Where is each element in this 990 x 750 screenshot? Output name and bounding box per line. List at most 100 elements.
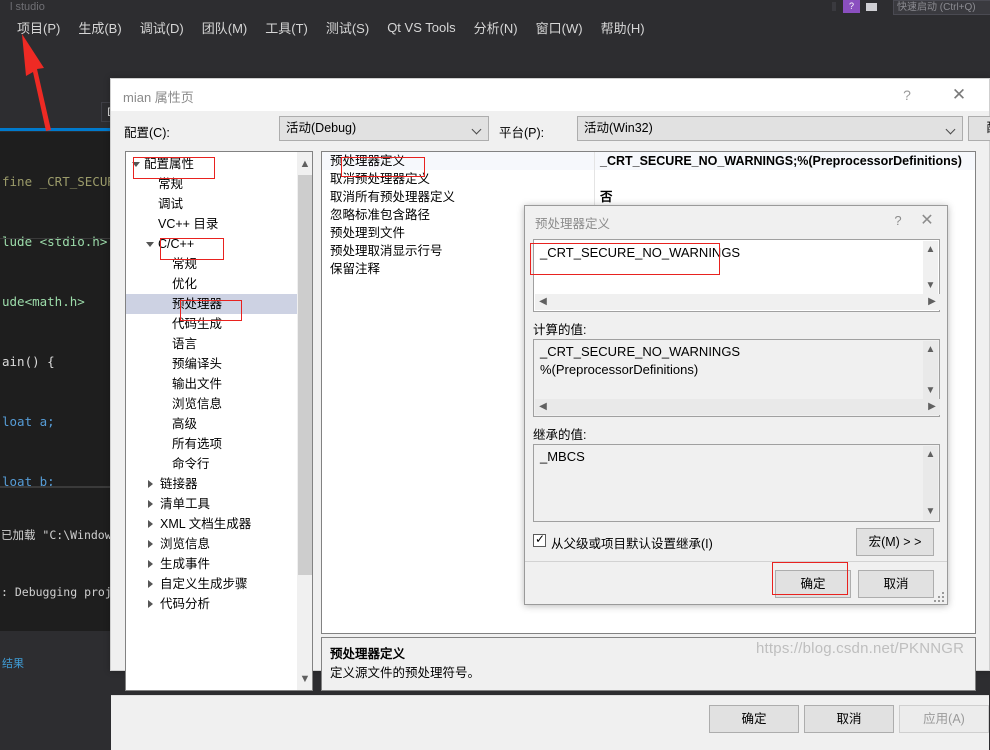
output-results-tab[interactable]: 结果: [2, 655, 24, 671]
tree-item-xml-doc-generator[interactable]: XML 文档生成器: [126, 514, 309, 534]
tree-item-vcpp-directories[interactable]: VC++ 目录: [126, 214, 309, 234]
tree-item-general[interactable]: 常规: [126, 174, 309, 194]
configuration-select[interactable]: 活动(Debug): [279, 116, 489, 141]
menu-item-analyze[interactable]: 分析(N): [465, 15, 527, 40]
scroll-left-icon[interactable]: ◀: [535, 294, 551, 310]
tree-item-c-cpp[interactable]: C/C++: [126, 234, 309, 254]
tree-item-browse-information-cpp[interactable]: 浏览信息: [126, 394, 309, 414]
quick-launch-search[interactable]: 快速启动 (Ctrl+Q): [893, 0, 990, 15]
titlebar-icon-right: [866, 3, 877, 11]
menu-item-test[interactable]: 测试(S): [317, 15, 378, 40]
tree-item-configuration-properties[interactable]: 配置属性: [126, 154, 309, 174]
scroll-up-icon[interactable]: ▲: [298, 153, 312, 175]
table-row[interactable]: 取消预处理器定义: [322, 170, 975, 188]
menu-item-window[interactable]: 窗口(W): [527, 15, 592, 40]
editor-tab-underline: [0, 128, 110, 131]
scroll-down-icon[interactable]: ▼: [923, 382, 938, 399]
close-icon[interactable]: ✕: [939, 83, 979, 107]
settings-tree[interactable]: 配置属性 常规 调试 VC++ 目录 C/C++ 常规 优化 预处理器 代码生成…: [125, 151, 310, 691]
tree-item-cpp-general[interactable]: 常规: [126, 254, 309, 274]
column-divider: [594, 152, 595, 170]
ok-button[interactable]: 确定: [709, 705, 799, 733]
code-line: loat a;: [2, 414, 55, 429]
configuration-manager-button[interactable]: 配置管理器(O)...: [968, 116, 990, 141]
menu-bar: 项目(P) 生成(B) 调试(D) 团队(M) 工具(T) 测试(S) Qt V…: [0, 14, 990, 40]
chevron-down-icon: [146, 242, 154, 247]
tree-item-language[interactable]: 语言: [126, 334, 309, 354]
tree-item-precompiled-headers[interactable]: 预编译头: [126, 354, 309, 374]
preprocessor-definitions-dialog: 预处理器定义 ? ✕ _CRT_SECURE_NO_WARNINGS ▲ ▼ ◀…: [524, 205, 948, 605]
inherit-checkbox-row[interactable]: 从父级或项目默认设置继承(I): [533, 532, 833, 552]
output-line: : Debugging projec: [1, 585, 110, 599]
scroll-right-icon[interactable]: ▶: [924, 294, 940, 310]
tree-item-debugging[interactable]: 调试: [126, 194, 309, 214]
inherited-vertical-scrollbar[interactable]: ▲ ▼: [923, 446, 938, 520]
configuration-selected-value: 活动(Debug): [286, 121, 357, 135]
scroll-up-icon[interactable]: ▲: [923, 241, 938, 258]
inherit-checkbox[interactable]: [533, 532, 546, 547]
cancel-button[interactable]: 取消: [804, 705, 894, 733]
tree-scrollbar-thumb[interactable]: [298, 175, 312, 575]
chevron-down-icon: [471, 124, 482, 135]
tree-item-browse-information[interactable]: 浏览信息: [126, 534, 309, 554]
notification-badge-icon[interactable]: ?: [843, 0, 860, 13]
property-name: 预处理到文件: [330, 226, 406, 240]
platform-label: 平台(P):: [499, 126, 545, 140]
menu-item-tools[interactable]: 工具(T): [256, 15, 317, 40]
tree-item-advanced[interactable]: 高级: [126, 414, 309, 434]
tree-item-build-events[interactable]: 生成事件: [126, 554, 309, 574]
input-horizontal-scrollbar[interactable]: ◀ ▶: [535, 294, 940, 310]
help-icon[interactable]: ?: [893, 85, 921, 105]
tree-item-code-analysis[interactable]: 代码分析: [126, 594, 309, 614]
tree-item-label: 清单工具: [160, 497, 211, 511]
description-text: 定义源文件的预处理符号。: [330, 666, 481, 680]
scroll-left-icon[interactable]: ◀: [535, 399, 551, 415]
resize-grip-icon[interactable]: [934, 592, 945, 602]
tree-item-manifest-tool[interactable]: 清单工具: [126, 494, 309, 514]
ide-window-title: l studio: [10, 1, 45, 13]
tree-item-optimization[interactable]: 优化: [126, 274, 309, 294]
tree-item-output-files[interactable]: 输出文件: [126, 374, 309, 394]
property-value: _CRT_SECURE_NO_WARNINGS;%(PreprocessorDe…: [600, 154, 962, 168]
macros-button[interactable]: 宏(M) > >: [856, 528, 934, 556]
scroll-up-icon[interactable]: ▲: [923, 446, 938, 463]
menu-item-build[interactable]: 生成(B): [69, 15, 130, 40]
code-editor[interactable]: fine _CRT_SECURE lude <stdio.h> ude<math…: [0, 132, 110, 486]
tree-item-label: C/C++: [158, 237, 195, 251]
scroll-down-icon[interactable]: ▼: [298, 668, 312, 690]
output-line: 已加载 "C:\Windows\: [1, 528, 110, 542]
scroll-up-icon[interactable]: ▲: [923, 341, 938, 358]
preprocessor-definitions-input[interactable]: _CRT_SECURE_NO_WARNINGS ▲ ▼ ◀ ▶: [533, 239, 940, 312]
column-divider: [594, 188, 595, 206]
scroll-right-icon[interactable]: ▶: [924, 399, 940, 415]
menu-item-project[interactable]: 项目(P): [8, 15, 69, 40]
calculated-vertical-scrollbar[interactable]: ▲ ▼: [923, 341, 938, 399]
preprocessor-ok-button[interactable]: 确定: [775, 570, 851, 598]
calculated-value-line: _CRT_SECURE_NO_WARNINGS: [540, 344, 741, 359]
tree-item-custom-build-step[interactable]: 自定义生成步骤: [126, 574, 309, 594]
input-vertical-scrollbar[interactable]: ▲ ▼: [923, 241, 938, 294]
menu-item-qtvstools[interactable]: Qt VS Tools: [378, 17, 464, 38]
tree-item-command-line[interactable]: 命令行: [126, 454, 309, 474]
tree-item-linker[interactable]: 链接器: [126, 474, 309, 494]
scroll-down-icon[interactable]: ▼: [923, 503, 938, 520]
tree-item-code-generation[interactable]: 代码生成: [126, 314, 309, 334]
close-icon[interactable]: ✕: [915, 209, 939, 233]
chevron-right-icon: [148, 600, 153, 608]
menu-item-debug[interactable]: 调试(D): [131, 15, 193, 40]
menu-item-team[interactable]: 团队(M): [193, 15, 257, 40]
platform-select[interactable]: 活动(Win32): [577, 116, 963, 141]
tree-item-all-options[interactable]: 所有选项: [126, 434, 309, 454]
table-row[interactable]: 预处理器定义 _CRT_SECURE_NO_WARNINGS;%(Preproc…: [322, 152, 975, 170]
property-name: 忽略标准包含路径: [330, 208, 431, 222]
tree-item-label: 浏览信息: [160, 537, 211, 551]
output-pane[interactable]: 已加载 "C:\Windows\ : Debugging projec : DI…: [0, 488, 110, 631]
chevron-down-icon: [945, 124, 956, 135]
calculated-horizontal-scrollbar[interactable]: ◀ ▶: [535, 399, 940, 415]
tree-item-preprocessor[interactable]: 预处理器: [126, 294, 309, 314]
table-row[interactable]: 取消所有预处理器定义 否: [322, 188, 975, 206]
scroll-down-icon[interactable]: ▼: [923, 277, 938, 294]
menu-item-help[interactable]: 帮助(H): [592, 15, 654, 40]
preprocessor-cancel-button[interactable]: 取消: [858, 570, 934, 598]
help-icon[interactable]: ?: [888, 211, 908, 231]
